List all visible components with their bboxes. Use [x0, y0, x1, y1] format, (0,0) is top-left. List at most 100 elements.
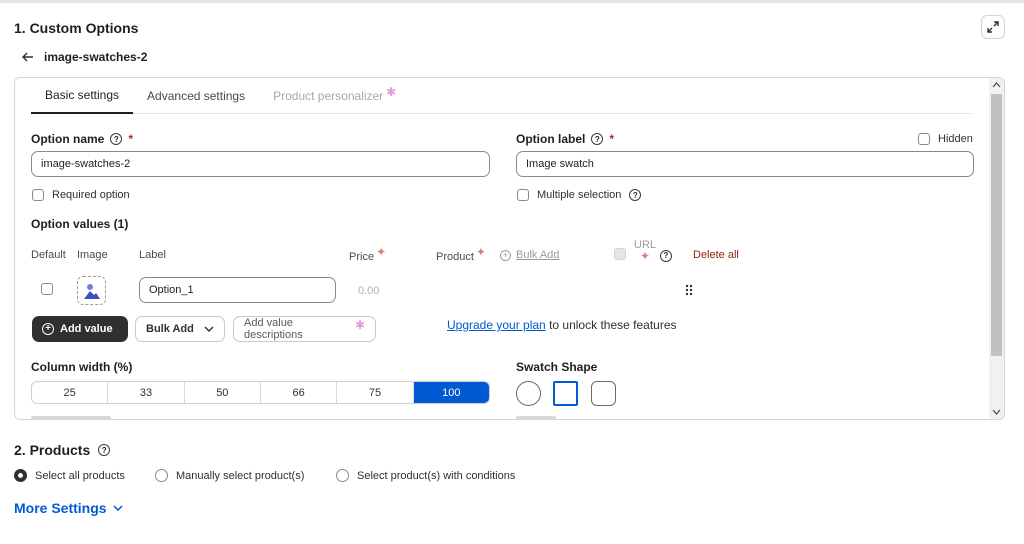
column-width-option-100[interactable]: 100	[413, 382, 489, 403]
clipped-field-label	[31, 416, 111, 419]
section-products-title: 2. Products ?	[14, 442, 111, 458]
column-width-selector: 25 33 50 66 75 100	[31, 381, 490, 404]
multiple-selection-row[interactable]: Multiple selection ?	[517, 189, 642, 201]
radio-label: Select product(s) with conditions	[357, 469, 516, 482]
col-url: URL ✦	[634, 240, 656, 263]
help-icon[interactable]: ?	[110, 133, 123, 145]
column-width-option-75[interactable]: 75	[337, 382, 414, 403]
add-value-descriptions-button[interactable]: Add value descriptions ✱	[233, 316, 376, 342]
swatch-shape-square[interactable]	[553, 381, 578, 406]
section-products-text: 2. Products	[14, 442, 91, 458]
option-label-input[interactable]: Image swatch	[516, 151, 974, 177]
multiple-selection-label: Multiple selection	[537, 189, 622, 201]
add-value-descriptions-label: Add value descriptions	[244, 317, 303, 341]
image-placeholder-icon	[83, 283, 100, 299]
column-width-title: Column width (%)	[31, 360, 133, 374]
premium-sparkle-icon: ✦	[376, 245, 387, 259]
option-label-text: Option label	[516, 132, 586, 146]
col-default: Default	[31, 249, 66, 261]
radio-manually-select-products[interactable]: Manually select product(s)	[155, 469, 304, 482]
swatch-shape-title: Swatch Shape	[516, 360, 598, 374]
back-link[interactable]: image-swatches-2	[22, 50, 147, 64]
expand-icon	[987, 21, 999, 33]
help-icon[interactable]: ?	[629, 189, 642, 201]
hidden-label: Hidden	[938, 133, 973, 145]
premium-sparkle-icon: ✦	[639, 249, 651, 263]
option-values-title: Option values (1)	[31, 217, 129, 231]
radio-select-products-with-conditions[interactable]: Select product(s) with conditions	[336, 469, 515, 482]
plus-circle-icon: +	[42, 323, 54, 335]
required-asterisk: *	[609, 132, 615, 146]
bulk-add-link-text: Bulk Add	[516, 249, 560, 261]
radio-unselected	[155, 469, 168, 482]
plus-circle-icon: +	[500, 249, 511, 261]
tab-label: Product personalizer	[273, 89, 384, 103]
radio-select-all-products[interactable]: Select all products	[14, 469, 125, 482]
tab-product-personalizer[interactable]: Product personalizer ✱	[259, 78, 410, 114]
upgrade-notice-text: to unlock these features	[549, 318, 677, 332]
more-settings-toggle[interactable]: More Settings	[14, 500, 123, 516]
chevron-down-icon	[204, 326, 214, 332]
swatch-shape-rounded[interactable]	[591, 381, 616, 406]
value-label-text: Option_1	[149, 284, 194, 296]
col-price: Price ✦	[349, 245, 386, 263]
expand-button[interactable]	[981, 15, 1005, 39]
option-label-label: Option label ? *	[516, 132, 614, 146]
scrollbar-thumb[interactable]	[991, 94, 1002, 356]
value-label-input[interactable]: Option_1	[139, 277, 336, 303]
col-price-text: Price	[349, 251, 375, 263]
hidden-checkbox-row[interactable]: Hidden	[918, 133, 973, 145]
required-asterisk: *	[128, 132, 134, 146]
clipped-field-label	[516, 416, 556, 419]
required-option-label: Required option	[52, 189, 130, 201]
option-editor-panel: Basic settings Advanced settings Product…	[14, 77, 1005, 420]
option-name-value: image-swatches-2	[41, 158, 131, 170]
premium-star-icon: ✱	[354, 318, 365, 332]
column-width-option-25[interactable]: 25	[32, 382, 109, 403]
tab-basic-settings[interactable]: Basic settings	[31, 78, 134, 114]
top-divider	[0, 0, 1024, 3]
col-product: Product ✦	[436, 245, 486, 263]
swatch-image-upload[interactable]	[77, 276, 106, 305]
required-option-row[interactable]: Required option	[32, 189, 130, 201]
default-checkbox[interactable]	[41, 283, 53, 298]
col-product-text: Product	[436, 251, 474, 263]
option-name-input[interactable]: image-swatches-2	[31, 151, 490, 177]
help-icon[interactable]: ?	[591, 133, 604, 145]
help-icon: ?	[660, 249, 672, 262]
upgrade-plan-link[interactable]: Upgrade your plan	[447, 318, 546, 332]
scroll-up-icon[interactable]	[989, 78, 1004, 92]
hidden-checkbox[interactable]	[918, 133, 930, 145]
bulk-add-button[interactable]: Bulk Add	[135, 316, 225, 342]
column-width-option-33[interactable]: 33	[108, 382, 185, 403]
premium-sparkle-icon: ✦	[475, 245, 486, 259]
column-width-option-66[interactable]: 66	[261, 382, 338, 403]
radio-label: Manually select product(s)	[176, 469, 305, 482]
swatch-shape-circle[interactable]	[516, 381, 541, 406]
radio-unselected	[336, 469, 349, 482]
radio-selected	[14, 469, 27, 482]
option-name-text: Option name	[31, 132, 105, 146]
required-option-checkbox[interactable]	[32, 189, 44, 201]
multiple-selection-checkbox[interactable]	[517, 189, 529, 201]
delete-all-link[interactable]: Delete all	[693, 249, 739, 261]
column-width-option-50[interactable]: 50	[185, 382, 261, 403]
bulk-add-product-link[interactable]: + Bulk Add	[500, 249, 559, 261]
option-name-label: Option name ? *	[31, 132, 133, 146]
option-set-name: image-swatches-2	[44, 50, 148, 64]
drag-handle-icon[interactable]	[685, 284, 693, 299]
arrow-left-icon	[22, 52, 33, 62]
value-price: 0.00	[358, 285, 380, 297]
add-value-button[interactable]: + Add value	[32, 316, 128, 342]
add-value-label: Add value	[60, 323, 113, 335]
tab-advanced-settings[interactable]: Advanced settings	[133, 78, 259, 114]
url-checkbox[interactable]	[614, 248, 626, 263]
url-checkbox-box	[614, 248, 626, 260]
default-checkbox-box	[41, 283, 53, 295]
panel-scrollbar[interactable]	[989, 78, 1004, 419]
tab-label: Basic settings	[45, 88, 120, 102]
url-help[interactable]: ?	[660, 247, 672, 262]
help-icon[interactable]: ?	[98, 444, 111, 456]
scroll-down-icon[interactable]	[989, 405, 1004, 419]
upgrade-notice: Upgrade your plan to unlock these featur…	[447, 318, 677, 332]
